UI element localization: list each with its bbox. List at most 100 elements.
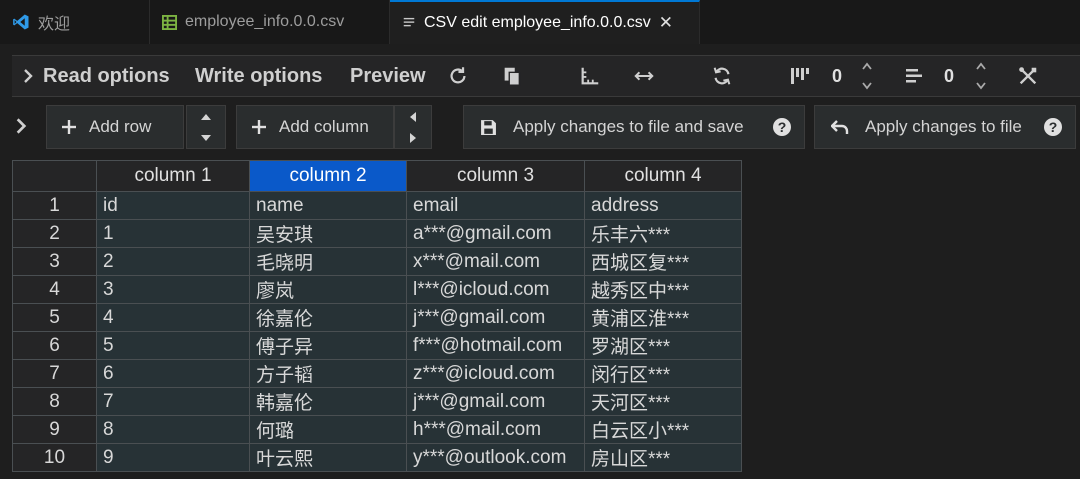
table-cell[interactable]: 天河区***: [584, 387, 742, 416]
table-row: 1 id name email address: [12, 191, 742, 220]
tools-icon[interactable]: [1016, 64, 1040, 88]
column-width-value[interactable]: 0: [832, 56, 842, 96]
table-cell[interactable]: 乐丰六***: [584, 219, 742, 248]
copy-icon[interactable]: [500, 64, 524, 88]
edit-toolbar: Add row Add column Apply changes to file…: [0, 102, 1080, 154]
table-cell[interactable]: h***@mail.com: [406, 415, 585, 444]
add-row-label: Add row: [89, 117, 152, 136]
table-cell[interactable]: 8: [96, 415, 250, 444]
row-number-cell[interactable]: 10: [12, 443, 97, 472]
preview-button[interactable]: Preview: [350, 56, 426, 96]
tab-label: CSV edit employee_info.0.0.csv: [424, 14, 651, 31]
row-number-cell[interactable]: 1: [12, 191, 97, 220]
table-cell[interactable]: 傅子异: [249, 331, 407, 360]
table-cell[interactable]: y***@outlook.com: [406, 443, 585, 472]
sync-icon[interactable]: [710, 64, 734, 88]
tab-label: 欢迎: [38, 16, 71, 33]
add-column-position-stepper[interactable]: [394, 105, 432, 149]
table-cell[interactable]: 徐嘉伦: [249, 303, 407, 332]
tab-welcome[interactable]: 欢迎: [0, 0, 150, 44]
align-left-icon[interactable]: [902, 64, 926, 88]
table-cell[interactable]: 9: [96, 443, 250, 472]
table-cell[interactable]: 毛晓明: [249, 247, 407, 276]
table-cell[interactable]: f***@hotmail.com: [406, 331, 585, 360]
row-value[interactable]: 0: [944, 56, 954, 96]
table-cell[interactable]: 吴安琪: [249, 219, 407, 248]
reload-icon[interactable]: [446, 64, 470, 88]
add-row-button[interactable]: Add row: [46, 105, 184, 149]
plus-icon: [61, 119, 77, 135]
table-cell[interactable]: 黄浦区淮***: [584, 303, 742, 332]
table-cell[interactable]: 5: [96, 331, 250, 360]
table-cell[interactable]: 6: [96, 359, 250, 388]
table-cell[interactable]: 白云区小***: [584, 415, 742, 444]
editor-tab-bar: 欢迎 employee_info.0.0.csv CSV edit employ…: [0, 0, 1080, 44]
ruler-icon[interactable]: [578, 64, 602, 88]
table-cell[interactable]: 越秀区中***: [584, 275, 742, 304]
row-number-cell[interactable]: 8: [12, 387, 97, 416]
tab-employee-csv[interactable]: employee_info.0.0.csv: [150, 0, 390, 44]
table-cell[interactable]: 方子韬: [249, 359, 407, 388]
add-column-button[interactable]: Add column: [236, 105, 394, 149]
table-row: 2 1 吴安琪 a***@gmail.com 乐丰六***: [12, 219, 742, 248]
table-cell[interactable]: a***@gmail.com: [406, 219, 585, 248]
table-cell[interactable]: z***@icloud.com: [406, 359, 585, 388]
apply-and-save-button[interactable]: Apply changes to file and save ?: [463, 105, 805, 149]
table-cell[interactable]: 闵行区***: [584, 359, 742, 388]
help-icon[interactable]: ?: [772, 117, 792, 137]
table-cell[interactable]: 罗湖区***: [584, 331, 742, 360]
row-number-cell[interactable]: 9: [12, 415, 97, 444]
close-icon[interactable]: ✕: [659, 13, 673, 33]
table-cell[interactable]: l***@icloud.com: [406, 275, 585, 304]
tab-label: employee_info.0.0.csv: [185, 13, 345, 30]
table-cell[interactable]: 西城区复***: [584, 247, 742, 276]
row-number-cell[interactable]: 2: [12, 219, 97, 248]
column-width-stepper[interactable]: [860, 62, 874, 90]
add-column-label: Add column: [279, 117, 369, 136]
table-cell[interactable]: j***@gmail.com: [406, 387, 585, 416]
table-cell[interactable]: 3: [96, 275, 250, 304]
table-cell[interactable]: 房山区***: [584, 443, 742, 472]
table-cell[interactable]: 廖岚: [249, 275, 407, 304]
table-cell[interactable]: name: [249, 191, 407, 220]
column-header-selected[interactable]: column 2: [249, 160, 407, 192]
row-number-cell[interactable]: 3: [12, 247, 97, 276]
row-stepper[interactable]: [974, 62, 988, 90]
table-cell[interactable]: 7: [96, 387, 250, 416]
table-cell[interactable]: 1: [96, 219, 250, 248]
chevron-right-icon[interactable]: [20, 64, 36, 88]
table-cell[interactable]: 何璐: [249, 415, 407, 444]
table-cell[interactable]: 韩嘉伦: [249, 387, 407, 416]
write-options-button[interactable]: Write options: [195, 56, 322, 96]
table-row: 9 8 何璐 h***@mail.com 白云区小***: [12, 415, 742, 444]
column-width-icon[interactable]: [788, 64, 812, 88]
apply-changes-button[interactable]: Apply changes to file ?: [814, 105, 1076, 149]
column-header[interactable]: column 3: [406, 160, 585, 192]
table-cell[interactable]: j***@gmail.com: [406, 303, 585, 332]
options-toolbar: Read options Write options Preview 0 0: [12, 55, 1080, 97]
row-number-cell[interactable]: 5: [12, 303, 97, 332]
column-header[interactable]: column 4: [584, 160, 742, 192]
table-body: 1 id name email address 2 1 吴安琪 a***@gmail.com 乐丰…: [12, 191, 742, 472]
preview-icon: [402, 16, 416, 30]
table-cell[interactable]: email: [406, 191, 585, 220]
save-icon: [480, 119, 497, 136]
table-file-icon: [162, 14, 177, 30]
column-header[interactable]: column 1: [96, 160, 250, 192]
help-icon[interactable]: ?: [1043, 117, 1063, 137]
row-number-cell[interactable]: 4: [12, 275, 97, 304]
chevron-right-icon[interactable]: [14, 116, 28, 141]
add-row-position-stepper[interactable]: [186, 105, 226, 149]
table-cell[interactable]: 2: [96, 247, 250, 276]
tab-csv-edit[interactable]: CSV edit employee_info.0.0.csv ✕: [390, 0, 700, 44]
read-options-button[interactable]: Read options: [43, 56, 170, 96]
table-cell[interactable]: 叶云熙: [249, 443, 407, 472]
row-number-cell[interactable]: 6: [12, 331, 97, 360]
table-cell[interactable]: id: [96, 191, 250, 220]
table-cell[interactable]: x***@mail.com: [406, 247, 585, 276]
row-number-cell[interactable]: 7: [12, 359, 97, 388]
resize-horizontal-icon[interactable]: [632, 64, 656, 88]
table-cell[interactable]: address: [584, 191, 742, 220]
table-cell[interactable]: 4: [96, 303, 250, 332]
corner-cell[interactable]: [12, 160, 97, 192]
